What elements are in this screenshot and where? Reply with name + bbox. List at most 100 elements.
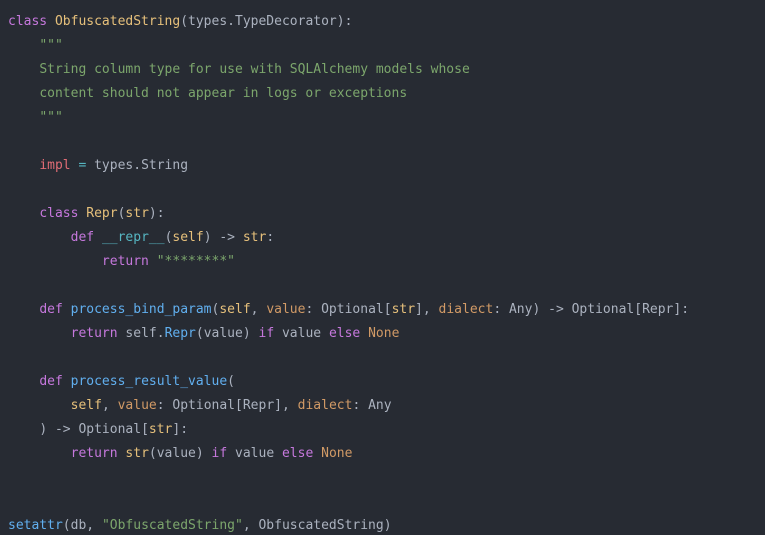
keyword-else: else bbox=[282, 446, 313, 461]
colon: : bbox=[681, 302, 689, 317]
identifier-types: types bbox=[94, 158, 133, 173]
string-obfuscatedstring: "ObfuscatedString" bbox=[102, 518, 243, 533]
keyword-return: return bbox=[71, 446, 118, 461]
paren-close: ) bbox=[243, 326, 251, 341]
paren-open: ( bbox=[196, 326, 204, 341]
colon: : bbox=[266, 230, 274, 245]
classname-obfuscatedstring: ObfuscatedString bbox=[55, 14, 180, 29]
funcname-process-bind-param: process_bind_param bbox=[71, 302, 212, 317]
keyword-def: def bbox=[71, 230, 94, 245]
colon: : bbox=[157, 206, 165, 221]
call-repr: Repr bbox=[165, 326, 196, 341]
identifier-value: value bbox=[204, 326, 243, 341]
docstring-line2: content should not appear in logs or exc… bbox=[39, 86, 407, 101]
colon: : bbox=[352, 398, 360, 413]
keyword-return: return bbox=[71, 326, 118, 341]
identifier-value: value bbox=[282, 326, 321, 341]
const-none: None bbox=[321, 446, 352, 461]
colon: : bbox=[345, 14, 353, 29]
paren-close: ) bbox=[149, 206, 157, 221]
type-optional: Optional bbox=[572, 302, 635, 317]
param-value: value bbox=[266, 302, 305, 317]
type-repr: Repr bbox=[642, 302, 673, 317]
docstring-open: """ bbox=[39, 38, 62, 53]
param-self: self bbox=[219, 302, 250, 317]
type-str: str bbox=[392, 302, 415, 317]
bracket-close: ] bbox=[415, 302, 423, 317]
param-self: self bbox=[71, 398, 102, 413]
keyword-class: class bbox=[39, 206, 78, 221]
type-optional: Optional bbox=[321, 302, 384, 317]
operator-eq: = bbox=[78, 158, 86, 173]
paren-close: ) bbox=[39, 422, 47, 437]
funcname-process-result-value: process_result_value bbox=[71, 374, 228, 389]
paren-open: ( bbox=[180, 14, 188, 29]
comma: , bbox=[282, 398, 290, 413]
keyword-return: return bbox=[102, 254, 149, 269]
colon: : bbox=[157, 398, 165, 413]
identifier-self: self bbox=[125, 326, 156, 341]
paren-open: ( bbox=[149, 446, 157, 461]
bracket-open: [ bbox=[141, 422, 149, 437]
bracket-open: [ bbox=[384, 302, 392, 317]
paren-close: ) bbox=[384, 518, 392, 533]
arrow: -> bbox=[548, 302, 564, 317]
param-dialect: dialect bbox=[298, 398, 353, 413]
ret-type-str: str bbox=[243, 230, 266, 245]
identifier-value: value bbox=[235, 446, 274, 461]
identifier-types: types bbox=[188, 14, 227, 29]
docstring-close: """ bbox=[39, 110, 62, 125]
baseclass-str: str bbox=[125, 206, 148, 221]
paren-open: ( bbox=[63, 518, 71, 533]
paren-open: ( bbox=[227, 374, 235, 389]
string-stars: "********" bbox=[157, 254, 235, 269]
paren-close: ) bbox=[196, 446, 204, 461]
type-repr: Repr bbox=[243, 398, 274, 413]
keyword-def: def bbox=[39, 374, 62, 389]
code-editor[interactable]: class ObfuscatedString(types.TypeDecorat… bbox=[0, 0, 765, 535]
call-setattr: setattr bbox=[8, 518, 63, 533]
comma: , bbox=[86, 518, 94, 533]
param-dialect: dialect bbox=[439, 302, 494, 317]
comma: , bbox=[102, 398, 110, 413]
identifier-obfuscatedstring: ObfuscatedString bbox=[258, 518, 383, 533]
param-value: value bbox=[118, 398, 157, 413]
arrow: -> bbox=[219, 230, 235, 245]
keyword-if: if bbox=[259, 326, 275, 341]
docstring-line1: String column type for use with SQLAlche… bbox=[39, 62, 469, 77]
comma: , bbox=[423, 302, 431, 317]
const-none: None bbox=[368, 326, 399, 341]
keyword-def: def bbox=[39, 302, 62, 317]
paren-close: ) bbox=[204, 230, 212, 245]
type-optional: Optional bbox=[78, 422, 141, 437]
identifier-impl: impl bbox=[39, 158, 70, 173]
dot: . bbox=[157, 326, 165, 341]
type-any: Any bbox=[509, 302, 532, 317]
attr-string: String bbox=[141, 158, 188, 173]
bracket-close: ] bbox=[274, 398, 282, 413]
keyword-class: class bbox=[8, 14, 47, 29]
dot: . bbox=[133, 158, 141, 173]
identifier-value: value bbox=[157, 446, 196, 461]
type-optional: Optional bbox=[172, 398, 235, 413]
dot: . bbox=[227, 14, 235, 29]
attr-typedecorator: TypeDecorator bbox=[235, 14, 337, 29]
identifier-db: db bbox=[71, 518, 87, 533]
funcname-repr: __repr__ bbox=[102, 230, 165, 245]
colon: : bbox=[305, 302, 313, 317]
paren-close: ) bbox=[532, 302, 540, 317]
param-self: self bbox=[172, 230, 203, 245]
bracket-open: [ bbox=[634, 302, 642, 317]
keyword-else: else bbox=[329, 326, 360, 341]
colon: : bbox=[180, 422, 188, 437]
classname-repr: Repr bbox=[86, 206, 117, 221]
bracket-open: [ bbox=[235, 398, 243, 413]
type-any: Any bbox=[368, 398, 391, 413]
call-str: str bbox=[125, 446, 148, 461]
arrow: -> bbox=[55, 422, 71, 437]
comma: , bbox=[243, 518, 251, 533]
type-str: str bbox=[149, 422, 172, 437]
colon: : bbox=[493, 302, 501, 317]
paren-close: ) bbox=[337, 14, 345, 29]
keyword-if: if bbox=[212, 446, 228, 461]
